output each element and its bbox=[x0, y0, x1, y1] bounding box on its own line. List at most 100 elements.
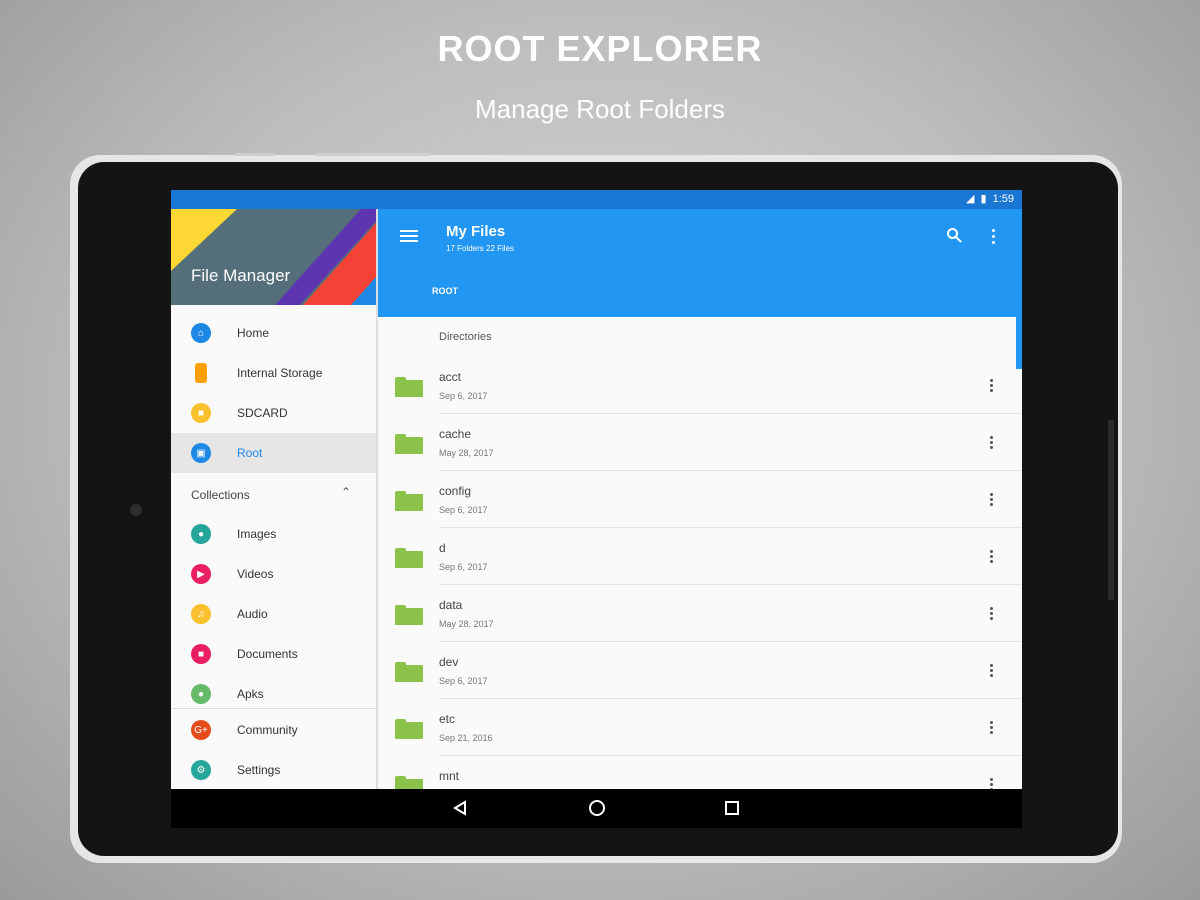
item-name: dev bbox=[439, 655, 459, 669]
promo-title: ROOT EXPLORER bbox=[437, 28, 763, 69]
item-date: Sep 6, 2017 bbox=[439, 676, 488, 686]
apks-icon: ● bbox=[191, 684, 211, 704]
list-item[interactable]: mnt bbox=[378, 756, 1022, 789]
item-name: cache bbox=[439, 427, 472, 441]
root-icon: ▣ bbox=[191, 443, 211, 463]
battery-icon: ▮ bbox=[980, 193, 987, 205]
documents-icon: ■ bbox=[191, 644, 211, 664]
nav-item-home[interactable]: ⌂ Home bbox=[171, 313, 376, 353]
more-vert-icon[interactable] bbox=[992, 229, 995, 247]
item-name: mnt bbox=[439, 769, 460, 783]
nav-item-documents[interactable]: ■ Documents bbox=[171, 634, 376, 674]
side-button bbox=[1108, 420, 1114, 600]
item-date: May 28, 2017 bbox=[439, 448, 494, 458]
home-button-icon[interactable] bbox=[589, 800, 605, 816]
status-time: 1:59 bbox=[992, 193, 1014, 205]
page-title: My Files bbox=[446, 223, 506, 240]
nav-label: Documents bbox=[237, 647, 298, 661]
chevron-up-icon[interactable]: ⌃ bbox=[341, 485, 351, 499]
promo-subtitle: Manage Root Folders bbox=[474, 94, 726, 124]
item-date: Sep 21, 2016 bbox=[439, 733, 493, 743]
device-button bbox=[235, 153, 275, 156]
item-name: data bbox=[439, 598, 463, 612]
nav-item-community[interactable]: G+ Community bbox=[171, 710, 376, 750]
signal-icon: ◢ bbox=[966, 193, 975, 205]
status-bar: ◢ ▮ 1:59 bbox=[171, 190, 1022, 209]
nav-label: Audio bbox=[237, 607, 268, 621]
list-item[interactable]: cache May 28, 2017 bbox=[378, 414, 1022, 471]
nav-label: Root bbox=[237, 446, 263, 460]
home-icon: ⌂ bbox=[191, 323, 211, 343]
folder-icon bbox=[395, 719, 423, 739]
nav-item-images[interactable]: ● Images bbox=[171, 514, 376, 554]
nav-item-videos[interactable]: ▶ Videos bbox=[171, 554, 376, 594]
more-vert-icon[interactable] bbox=[990, 493, 994, 508]
nav-label: Community bbox=[237, 723, 298, 737]
drawer-header-art bbox=[171, 209, 376, 305]
menu-icon[interactable] bbox=[400, 227, 418, 245]
drawer-title: File Manager bbox=[191, 266, 291, 285]
list-item[interactable]: config Sep 6, 2017 bbox=[378, 471, 1022, 528]
list-section-header: Directories bbox=[439, 331, 492, 343]
nav-label: Home bbox=[237, 326, 270, 340]
item-name: etc bbox=[439, 712, 456, 726]
list-item[interactable]: etc Sep 21, 2016 bbox=[378, 699, 1022, 756]
folder-icon bbox=[395, 491, 423, 511]
more-vert-icon[interactable] bbox=[990, 664, 994, 679]
nav-label: Internal Storage bbox=[237, 366, 323, 380]
nav-label: Videos bbox=[237, 567, 274, 581]
device-button bbox=[315, 153, 430, 156]
drawer-divider bbox=[171, 708, 376, 709]
more-vert-icon[interactable] bbox=[990, 607, 994, 622]
folder-icon bbox=[395, 662, 423, 682]
recents-icon[interactable] bbox=[725, 801, 739, 815]
list-item[interactable]: d Sep 6, 2017 bbox=[378, 528, 1022, 585]
more-vert-icon[interactable] bbox=[990, 436, 994, 451]
nav-item-settings[interactable]: ⚙ Settings bbox=[171, 750, 376, 789]
folder-icon bbox=[395, 776, 423, 789]
navigation-drawer: File Manager ⌂ Home Internal Storage ■ S… bbox=[171, 209, 378, 789]
folder-icon bbox=[395, 548, 423, 568]
more-vert-icon[interactable] bbox=[990, 379, 994, 394]
file-list: Directories acct Sep 6, 2017 cache May 2… bbox=[378, 317, 1022, 789]
folder-icon bbox=[395, 434, 423, 454]
sdcard-icon: ■ bbox=[191, 403, 211, 423]
collections-header: Collections bbox=[191, 488, 250, 502]
item-date: Sep 6, 2017 bbox=[439, 391, 488, 401]
camera bbox=[130, 504, 142, 516]
nav-item-internal-storage[interactable]: Internal Storage bbox=[171, 353, 376, 393]
item-name: d bbox=[439, 541, 446, 555]
breadcrumb[interactable]: ROOT bbox=[432, 286, 458, 296]
list-item[interactable]: data May 28, 2017 bbox=[378, 585, 1022, 642]
list-item[interactable]: dev Sep 6, 2017 bbox=[378, 642, 1022, 699]
list-item[interactable]: acct Sep 6, 2017 bbox=[378, 357, 1022, 414]
more-vert-icon[interactable] bbox=[990, 721, 994, 736]
phone-icon bbox=[195, 363, 207, 383]
community-icon: G+ bbox=[191, 720, 211, 740]
nav-item-sdcard[interactable]: ■ SDCARD bbox=[171, 393, 376, 433]
more-vert-icon[interactable] bbox=[990, 778, 994, 789]
back-icon[interactable] bbox=[453, 800, 467, 816]
drawer-header: File Manager bbox=[171, 209, 376, 305]
folder-icon bbox=[395, 377, 423, 397]
settings-icon: ⚙ bbox=[191, 760, 211, 780]
page-subtitle: 17 Folders 22 Files bbox=[446, 244, 515, 253]
item-date: Sep 6, 2017 bbox=[439, 562, 488, 572]
screen: ◢ ▮ 1:59 File Manager ⌂ Home Internal St… bbox=[171, 190, 1022, 828]
item-name: config bbox=[439, 484, 472, 498]
nav-label: Images bbox=[237, 527, 277, 541]
item-name: acct bbox=[439, 370, 462, 384]
images-icon: ● bbox=[191, 524, 211, 544]
item-date: Sep 6, 2017 bbox=[439, 505, 488, 515]
search-icon[interactable] bbox=[946, 227, 962, 243]
app-bar: My Files 17 Folders 22 Files ROOT bbox=[378, 209, 1022, 317]
videos-icon: ▶ bbox=[191, 564, 211, 584]
more-vert-icon[interactable] bbox=[990, 550, 994, 565]
nav-item-root[interactable]: ▣ Root bbox=[171, 433, 376, 473]
nav-label: Apks bbox=[237, 687, 264, 701]
nav-item-audio[interactable]: ♫ Audio bbox=[171, 594, 376, 634]
nav-label: Settings bbox=[237, 763, 281, 777]
folder-icon bbox=[395, 605, 423, 625]
system-nav-bar bbox=[171, 789, 1022, 828]
item-date: May 28, 2017 bbox=[439, 619, 494, 629]
